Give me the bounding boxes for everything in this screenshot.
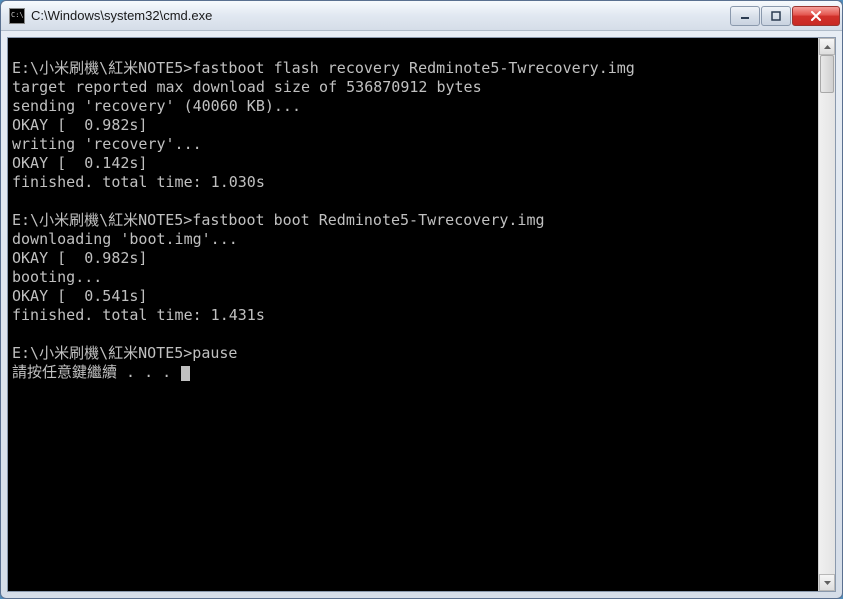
cmd-icon	[9, 8, 25, 24]
window-controls	[730, 6, 840, 26]
console-line	[12, 325, 814, 344]
console-prompt-line: 請按任意鍵繼續 . . .	[12, 363, 814, 382]
prompt-text: 請按任意鍵繼續 . . .	[12, 363, 180, 381]
window-title: C:\Windows\system32\cmd.exe	[31, 8, 730, 23]
scroll-track[interactable]	[819, 55, 835, 574]
console-line	[12, 40, 814, 59]
console-frame: E:\小米刷機\紅米NOTE5>fastboot flash recovery …	[7, 37, 836, 592]
scroll-up-button[interactable]	[819, 38, 835, 55]
vertical-scrollbar	[818, 38, 835, 591]
console-line: OKAY [ 0.982s]	[12, 249, 814, 268]
console-line: target reported max download size of 536…	[12, 78, 814, 97]
console-line: E:\小米刷機\紅米NOTE5>fastboot flash recovery …	[12, 59, 814, 78]
console-line: sending 'recovery' (40060 KB)...	[12, 97, 814, 116]
console-line	[12, 192, 814, 211]
close-icon	[810, 11, 822, 21]
console-line: finished. total time: 1.431s	[12, 306, 814, 325]
close-button[interactable]	[792, 6, 840, 26]
chevron-up-icon	[824, 45, 831, 49]
console-line: OKAY [ 0.541s]	[12, 287, 814, 306]
titlebar[interactable]: C:\Windows\system32\cmd.exe	[1, 1, 842, 31]
console-line: E:\小米刷機\紅米NOTE5>fastboot boot Redminote5…	[12, 211, 814, 230]
minimize-button[interactable]	[730, 6, 760, 26]
maximize-icon	[771, 11, 781, 21]
console-line: downloading 'boot.img'...	[12, 230, 814, 249]
cmd-window: C:\Windows\system32\cmd.exe E:\小米刷機\紅米NO…	[0, 0, 843, 599]
console-output[interactable]: E:\小米刷機\紅米NOTE5>fastboot flash recovery …	[8, 38, 818, 591]
chevron-down-icon	[824, 581, 831, 585]
console-line: OKAY [ 0.982s]	[12, 116, 814, 135]
console-line: writing 'recovery'...	[12, 135, 814, 154]
text-cursor	[181, 366, 190, 381]
maximize-button[interactable]	[761, 6, 791, 26]
scroll-down-button[interactable]	[819, 574, 835, 591]
console-line: E:\小米刷機\紅米NOTE5>pause	[12, 344, 814, 363]
scroll-thumb[interactable]	[820, 55, 834, 93]
console-line: OKAY [ 0.142s]	[12, 154, 814, 173]
console-line: booting...	[12, 268, 814, 287]
console-line: finished. total time: 1.030s	[12, 173, 814, 192]
minimize-icon	[740, 11, 750, 21]
